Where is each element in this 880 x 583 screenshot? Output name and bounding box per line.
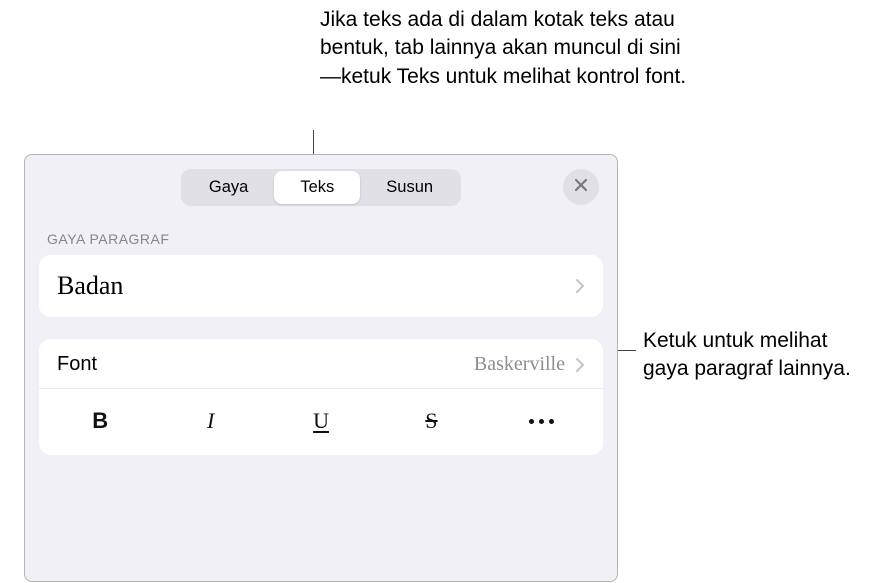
bold-icon: B <box>92 408 108 434</box>
font-row[interactable]: Font Baskerville <box>39 339 603 389</box>
callout-tabs-text: Jika teks ada di dalam kotak teks atau b… <box>320 6 690 91</box>
bold-button[interactable]: B <box>45 401 155 441</box>
font-label: Font <box>57 353 97 376</box>
underline-button[interactable]: U <box>266 401 376 441</box>
more-text-options-button[interactable] <box>487 401 597 441</box>
italic-button[interactable]: I <box>155 401 265 441</box>
font-name: Baskerville <box>474 353 565 376</box>
tab-text[interactable]: Teks <box>274 171 360 204</box>
chevron-right-icon <box>575 278 585 294</box>
text-style-buttons: B I U S <box>39 389 603 455</box>
paragraph-style-row[interactable]: Badan <box>39 255 603 317</box>
underline-icon: U <box>313 408 329 434</box>
close-icon <box>573 177 589 198</box>
tab-style[interactable]: Gaya <box>183 171 274 204</box>
chevron-right-icon <box>575 357 585 373</box>
panel-header: Gaya Teks Susun <box>25 155 617 219</box>
segmented-control: Gaya Teks Susun <box>181 169 461 206</box>
ellipsis-icon <box>529 419 554 424</box>
section-label-paragraph-style: GAYA PARAGRAF <box>25 219 617 255</box>
strikethrough-button[interactable]: S <box>376 401 486 441</box>
paragraph-style-value: Badan <box>57 271 123 301</box>
close-button[interactable] <box>563 169 599 205</box>
italic-icon: I <box>207 408 214 434</box>
font-card: Font Baskerville B I U S <box>39 339 603 455</box>
format-panel: Gaya Teks Susun GAYA PARAGRAF Badan Font… <box>24 154 618 582</box>
callout-paragraph-style: Ketuk untuk melihat gaya paragraf lainny… <box>643 327 858 384</box>
paragraph-style-card: Badan <box>39 255 603 317</box>
strikethrough-icon: S <box>425 408 437 434</box>
font-value: Baskerville <box>474 353 585 376</box>
tab-arrange[interactable]: Susun <box>360 171 459 204</box>
